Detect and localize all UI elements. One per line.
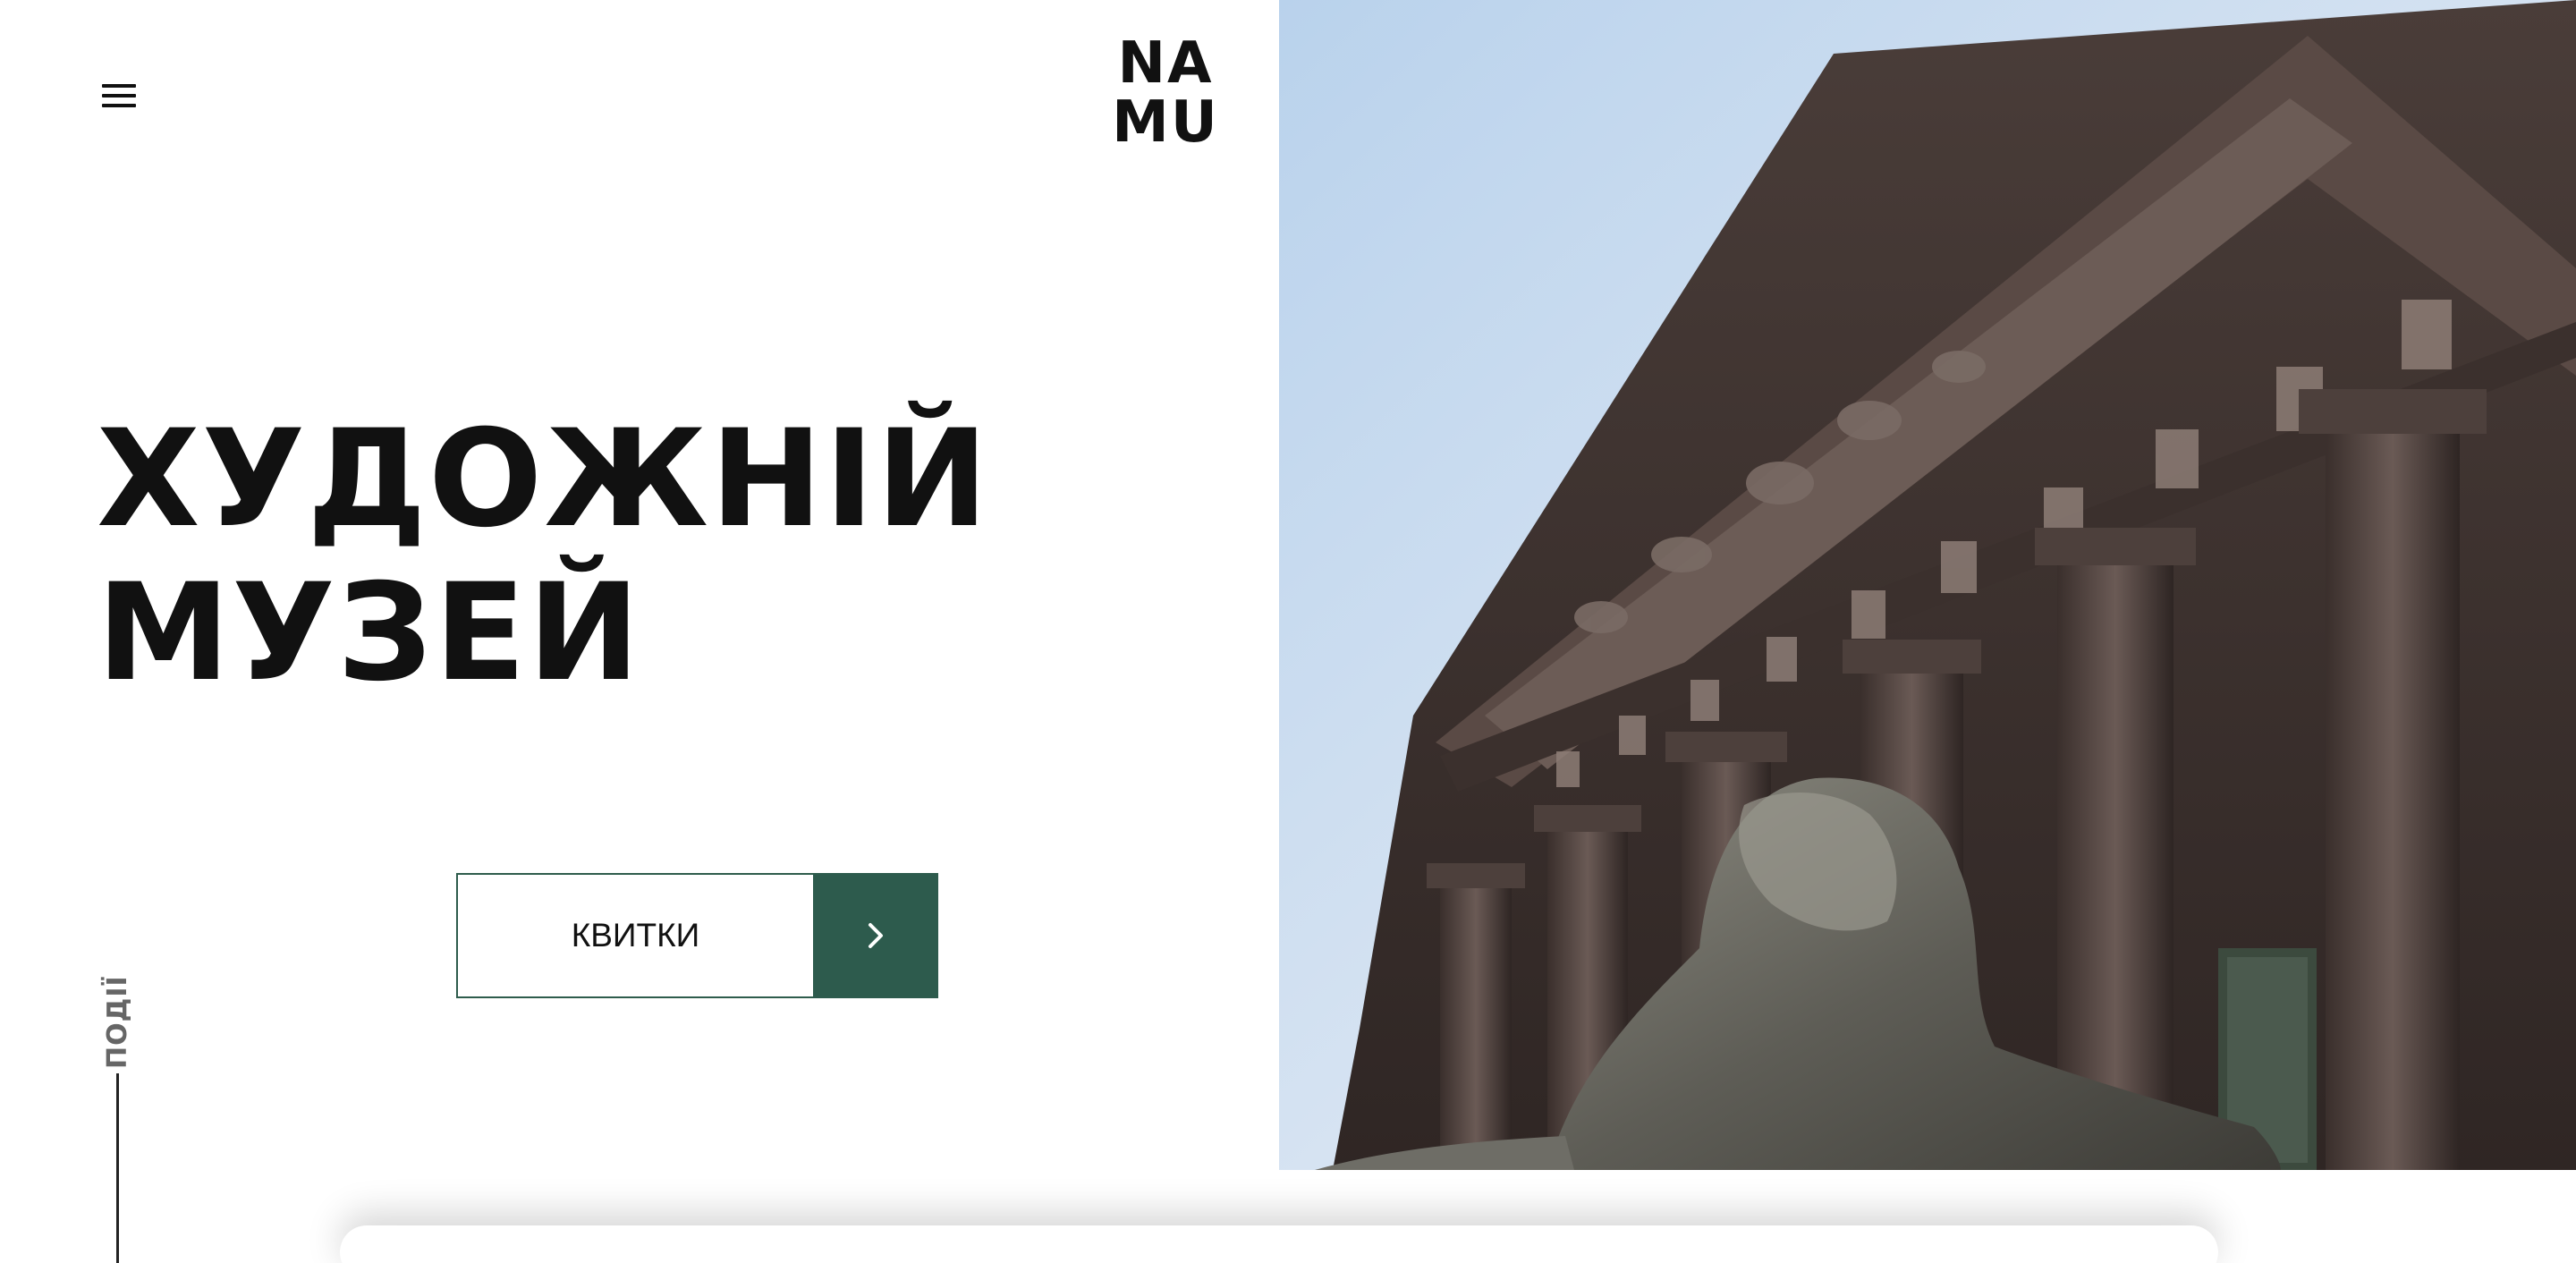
page-title-line-1: ХУДОЖНІЙ	[97, 402, 990, 557]
page-title-line-2: МУЗЕЙ	[97, 555, 642, 711]
menu-button[interactable]	[100, 79, 140, 111]
page: NA MU ХУДОЖНІЙ МУЗЕЙ КВИТКИ ПОДІЇ	[0, 0, 2576, 1263]
museum-building-image	[1279, 0, 2576, 1170]
page-title: ХУДОЖНІЙ МУЗЕЙ	[97, 403, 990, 710]
bottom-section-edge	[340, 1225, 2218, 1263]
hamburger-menu-icon-bar	[102, 94, 136, 97]
events-link[interactable]: ПОДІЇ	[93, 975, 143, 1263]
events-line	[116, 1073, 119, 1263]
tickets-button[interactable]: КВИТКИ	[456, 873, 938, 998]
museum-photo	[1279, 0, 2576, 1170]
tickets-arrow-button[interactable]	[813, 873, 938, 998]
hamburger-menu-icon-bar	[102, 104, 136, 107]
hamburger-menu-icon-bar	[102, 84, 136, 88]
chevron-right-icon	[869, 923, 883, 948]
events-label[interactable]: ПОДІЇ	[102, 975, 133, 1069]
logo[interactable]: NA MU	[1107, 34, 1224, 152]
tickets-button-label[interactable]: КВИТКИ	[456, 873, 813, 998]
logo-line-2: MU	[1112, 89, 1219, 156]
logo-line-1: NA	[1117, 30, 1214, 97]
